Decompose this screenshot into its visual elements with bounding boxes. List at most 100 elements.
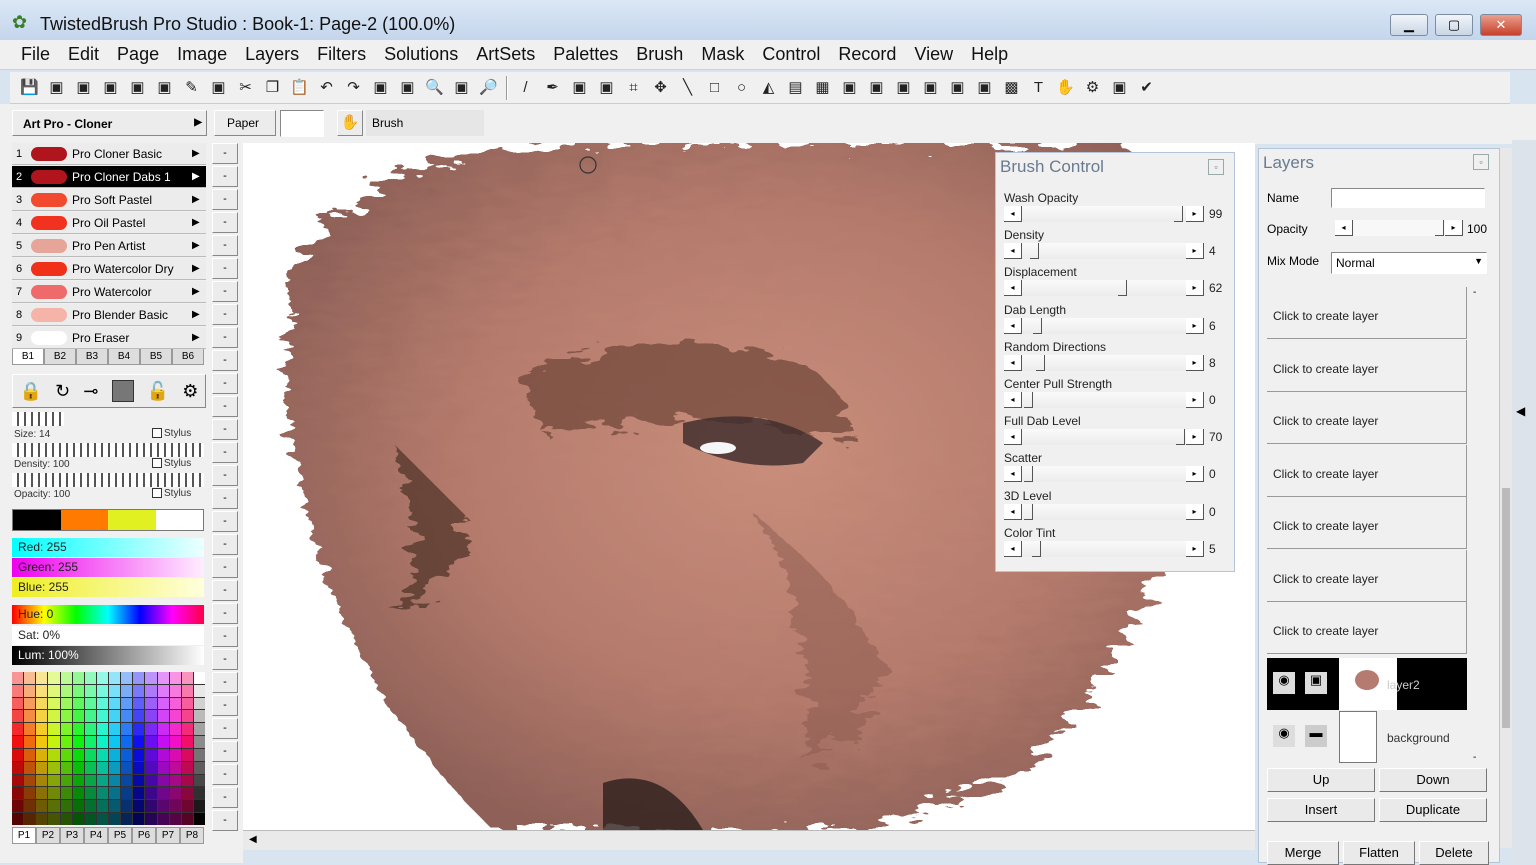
triangle-right-icon[interactable]: ▶ xyxy=(192,194,206,205)
palette-color[interactable] xyxy=(84,697,96,710)
palette-color[interactable] xyxy=(193,813,205,825)
tool-icon[interactable]: ▣ xyxy=(1106,75,1133,101)
slider-right-icon[interactable]: ▸ xyxy=(1186,429,1204,446)
palette-color[interactable] xyxy=(84,736,96,748)
palette-color[interactable] xyxy=(12,787,24,800)
empty-layer-slot[interactable]: Click to create layer xyxy=(1267,549,1467,602)
palette-color[interactable] xyxy=(24,761,36,774)
palette-color[interactable] xyxy=(96,697,108,710)
palette-tab[interactable]: P4 xyxy=(84,827,108,844)
palette-color[interactable] xyxy=(36,787,48,800)
clear-icon[interactable]: ▣ xyxy=(394,75,421,101)
side-button[interactable]: - xyxy=(212,488,238,509)
palette-color[interactable] xyxy=(145,774,157,787)
palette-color[interactable] xyxy=(169,723,181,736)
palette-color[interactable] xyxy=(12,723,24,736)
palette-color[interactable] xyxy=(72,787,84,800)
palette-color[interactable] xyxy=(169,761,181,774)
brush-item[interactable]: 9 Pro Eraser ▶ xyxy=(12,327,206,349)
paper-swatch[interactable] xyxy=(280,110,324,137)
palette-color[interactable] xyxy=(193,684,205,697)
palette-color[interactable] xyxy=(133,736,145,748)
palette-color[interactable] xyxy=(96,672,108,684)
layer-down-button[interactable]: Down xyxy=(1379,768,1487,792)
palette-color[interactable] xyxy=(121,697,133,710)
palette-color[interactable] xyxy=(181,723,193,736)
palette-color[interactable] xyxy=(84,787,96,800)
palette-color[interactable] xyxy=(133,684,145,697)
palette-color[interactable] xyxy=(36,774,48,787)
palette-color[interactable] xyxy=(157,813,169,825)
zoom-out-icon[interactable]: 🔎 xyxy=(475,75,502,101)
save-icon[interactable]: 💾 xyxy=(16,75,43,101)
palette-color[interactable] xyxy=(48,684,60,697)
palette-color[interactable] xyxy=(157,787,169,800)
palette-color[interactable] xyxy=(109,813,121,825)
slider-thumb[interactable] xyxy=(1036,354,1046,371)
slider-thumb[interactable] xyxy=(1174,206,1184,222)
layer-opacity-slider[interactable]: ◂ ▸ xyxy=(1335,220,1463,236)
palette-color[interactable] xyxy=(121,736,133,748)
green-slider[interactable]: Green: 255 xyxy=(12,558,204,577)
size-slider[interactable] xyxy=(12,412,64,426)
palette-color[interactable] xyxy=(36,748,48,761)
pages-icon[interactable]: ▣ xyxy=(151,75,178,101)
palette-color[interactable] xyxy=(24,787,36,800)
palette-color[interactable] xyxy=(109,697,121,710)
palette-color[interactable] xyxy=(157,774,169,787)
layer-duplicate-button[interactable]: Duplicate xyxy=(1379,798,1487,822)
palette-color[interactable] xyxy=(48,723,60,736)
palette-color[interactable] xyxy=(181,748,193,761)
palette-color[interactable] xyxy=(145,787,157,800)
palette-color[interactable] xyxy=(121,813,133,825)
cut-icon[interactable]: ✂ xyxy=(232,75,259,101)
triangle-right-icon[interactable]: ▶ xyxy=(192,240,206,251)
triangle-right-icon[interactable]: ▶ xyxy=(192,286,206,297)
luminance-slider[interactable]: Lum: 100% xyxy=(12,646,204,665)
slider-thumb[interactable] xyxy=(1024,503,1033,520)
palette-color[interactable] xyxy=(157,723,169,736)
palette-color[interactable] xyxy=(72,813,84,825)
crop-icon[interactable]: ⌗ xyxy=(620,75,647,101)
scroll-left-icon[interactable]: ◀ xyxy=(249,834,257,845)
palette-color[interactable] xyxy=(72,761,84,774)
palette-color[interactable] xyxy=(121,710,133,723)
palette-color[interactable] xyxy=(60,710,72,723)
palette-color[interactable] xyxy=(36,710,48,723)
layer-lock-icon[interactable]: ▬ xyxy=(1305,725,1327,747)
slider-right-icon[interactable]: ▸ xyxy=(1186,466,1204,483)
lock-icon[interactable]: 🔓 xyxy=(147,381,169,402)
brush-control-slider[interactable]: ◂ ▸ xyxy=(1004,354,1204,371)
palette-color[interactable] xyxy=(193,787,205,800)
red-slider[interactable]: Red: 255 xyxy=(12,538,204,557)
zoom-in-icon[interactable]: 🔍 xyxy=(421,75,448,101)
palette-color[interactable] xyxy=(24,813,36,825)
palette-color[interactable] xyxy=(24,672,36,684)
palette-color[interactable] xyxy=(84,684,96,697)
palette-color[interactable] xyxy=(24,736,36,748)
page-settings-icon[interactable]: ▣ xyxy=(124,75,151,101)
side-button[interactable]: - xyxy=(212,373,238,394)
empty-layer-slot[interactable]: Click to create layer xyxy=(1267,339,1467,392)
palette-color[interactable] xyxy=(181,684,193,697)
slider-thumb[interactable] xyxy=(1033,317,1043,334)
palette-color[interactable] xyxy=(121,748,133,761)
size-stylus-checkbox[interactable]: Stylus xyxy=(152,428,191,439)
palette-color[interactable] xyxy=(121,723,133,736)
brush-tab[interactable]: B4 xyxy=(108,348,140,365)
side-button[interactable]: - xyxy=(212,649,238,670)
palette-color[interactable] xyxy=(84,774,96,787)
layer-row-layer2[interactable]: ◉ ▣ layer2 xyxy=(1267,658,1467,710)
opacity-stylus-checkbox[interactable]: Stylus xyxy=(152,488,191,499)
brush-control-slider[interactable]: ◂ ▸ xyxy=(1004,466,1204,483)
palette-color[interactable] xyxy=(96,813,108,825)
palette-color[interactable] xyxy=(48,787,60,800)
side-button[interactable]: - xyxy=(212,603,238,624)
palette-color[interactable] xyxy=(109,800,121,813)
palette-color[interactable] xyxy=(181,697,193,710)
palette-color[interactable] xyxy=(121,800,133,813)
color-swatch[interactable] xyxy=(60,510,108,530)
palette-color[interactable] xyxy=(36,761,48,774)
brush-item[interactable]: 1 Pro Cloner Basic ▶ xyxy=(12,143,206,165)
slider-left-icon[interactable]: ◂ xyxy=(1004,354,1022,371)
